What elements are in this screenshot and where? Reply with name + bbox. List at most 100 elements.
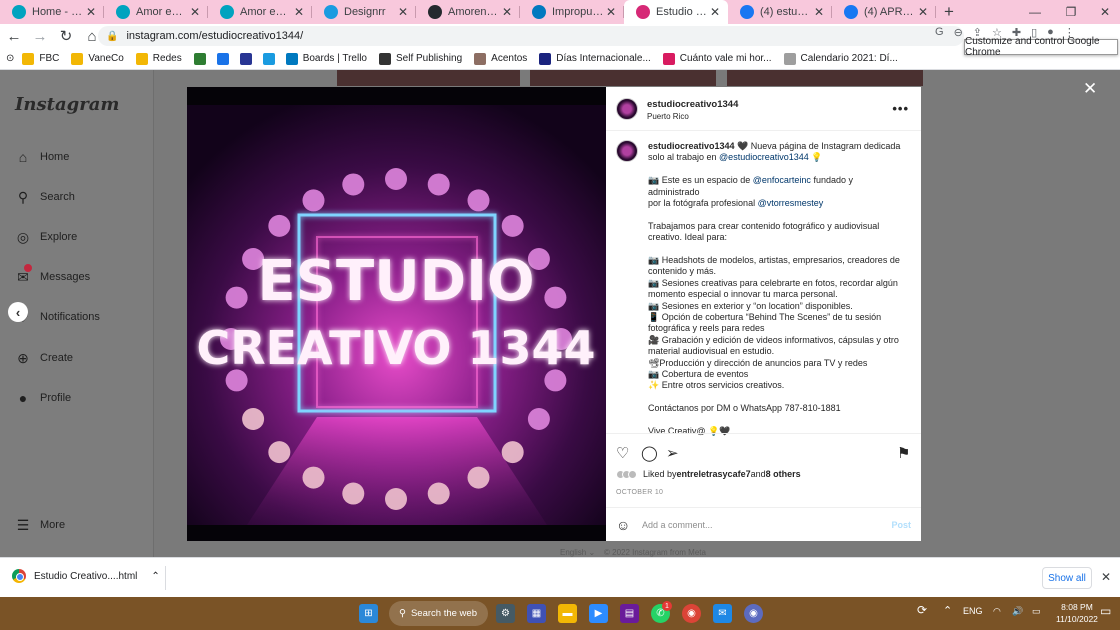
close-tab-icon[interactable]: ✕ (500, 5, 514, 19)
bookmark-item[interactable]: FBC (22, 52, 59, 65)
forward-button[interactable]: → (28, 24, 52, 48)
wifi-icon[interactable]: ◠ (993, 606, 1001, 617)
bookmark-item[interactable]: Calendario 2021: Dí... (783, 52, 898, 65)
caption-author-avatar[interactable] (616, 140, 638, 162)
trello-favicon-icon (532, 5, 546, 19)
new-tab-button[interactable]: + (936, 0, 962, 24)
mail-app-icon[interactable]: ✉ (713, 604, 732, 623)
tray-chevron-icon[interactable]: ⌃ (943, 604, 952, 617)
likes-user[interactable]: entreletrasycafe7 (677, 469, 751, 479)
show-all-button[interactable]: Show all (1042, 567, 1092, 589)
chrome-profile-icon[interactable]: ◉ (744, 604, 763, 623)
zoom-icon[interactable]: ⊖ (954, 26, 963, 39)
author-avatar[interactable] (616, 98, 638, 120)
bookmark-item[interactable] (193, 52, 211, 65)
system-clock[interactable]: 8:08 PM 11/10/2022 (1056, 601, 1098, 625)
caption-line: 📷 Sesiones en exterior y “on location” d… (648, 301, 906, 312)
zoom-app-icon[interactable]: ▶ (589, 604, 608, 623)
windows-start-icon[interactable]: ⊞ (359, 604, 378, 623)
more-button[interactable]: ☰ More (14, 516, 65, 534)
browser-tab[interactable]: Amor en Otoño✕ (208, 0, 312, 24)
language-selector[interactable]: English ⌄ (560, 548, 595, 557)
back-button[interactable]: ← (2, 24, 26, 48)
google-icon[interactable]: G (935, 26, 944, 39)
like-heart-icon[interactable]: ♡ (616, 444, 629, 462)
video-editor-icon[interactable]: ▤ (620, 604, 639, 623)
taskbar-search[interactable]: ⚲ Search the web (389, 601, 488, 626)
more-options-icon[interactable]: ••• (892, 101, 909, 116)
browser-tab[interactable]: Impropulso | Tr✕ (520, 0, 624, 24)
close-modal-icon[interactable]: ✕ (1083, 79, 1097, 99)
close-tab-icon[interactable]: ✕ (604, 5, 618, 19)
close-tab-icon[interactable]: ✕ (188, 5, 202, 19)
browser-tab[interactable]: (4) APRAM ~ M✕ (832, 0, 936, 24)
battery-icon[interactable]: ▭ (1032, 606, 1041, 617)
chevron-up-icon[interactable]: ⌃ (151, 571, 159, 582)
keyboard-language[interactable]: ENG (963, 606, 983, 616)
previous-post-button[interactable]: ‹ (8, 302, 28, 322)
chrome-taskbar-icon[interactable]: ◉ (682, 604, 701, 623)
download-item[interactable]: Estudio Creativo....html ⌃ (12, 569, 160, 583)
nav-item-profile[interactable]: ● Profile (14, 389, 71, 407)
browser-tab[interactable]: Amor en Otoño✕ (104, 0, 208, 24)
bookmark-item[interactable]: Self Publishing (379, 52, 462, 65)
bookmark-item[interactable] (216, 52, 234, 65)
nav-item-explore[interactable]: ◎ Explore (14, 228, 77, 246)
share-paper-plane-icon[interactable]: ➢ (666, 444, 679, 462)
comment-input[interactable]: Add a comment... (642, 520, 713, 530)
post-comment-button[interactable]: Post (891, 520, 911, 530)
address-bar[interactable]: 🔒 instagram.com/estudiocreativo1344/ (98, 26, 964, 46)
bookmark-item[interactable]: Boards | Trello (285, 52, 367, 65)
volume-icon[interactable]: 🔊 (1012, 606, 1023, 617)
close-tab-icon[interactable]: ✕ (708, 5, 722, 19)
close-window-button[interactable]: ✕ (1088, 0, 1120, 24)
close-tab-icon[interactable]: ✕ (84, 5, 98, 19)
settings-gear-icon[interactable]: ⚙ (496, 604, 515, 623)
browser-tab[interactable]: (4) estudio crea✕ (728, 0, 832, 24)
browser-tab[interactable]: AmorenOtoo-P✕ (416, 0, 520, 24)
likes-others[interactable]: 8 others (766, 469, 801, 479)
nav-item-messages[interactable]: ✉ Messages (14, 264, 90, 286)
emoji-picker-icon[interactable]: ☺ (616, 517, 630, 533)
post-location[interactable]: Puerto Rico (647, 112, 689, 121)
close-tab-icon[interactable]: ✕ (812, 5, 826, 19)
post-image[interactable]: ESTUDIO CREATIVO 1344 (187, 87, 606, 541)
bookmark-item[interactable]: Redes (135, 52, 182, 65)
weather-icon[interactable]: ⟳ (917, 603, 927, 617)
browser-tab[interactable]: Home - Canva✕ (0, 0, 104, 24)
mention-link[interactable]: @enfocarteinc (753, 175, 811, 185)
save-bookmark-icon[interactable]: ⚑ (897, 444, 910, 462)
minimize-button[interactable]: — (1018, 0, 1052, 24)
reload-button[interactable]: ↻ (54, 24, 78, 48)
bookmark-item[interactable] (262, 52, 280, 65)
nav-item-home[interactable]: ⌂ Home (14, 148, 70, 166)
instagram-logo[interactable]: Instagram (15, 94, 119, 115)
bookmark-item[interactable] (239, 52, 257, 65)
file-explorer-icon[interactable]: ▬ (558, 604, 577, 623)
mention-link[interactable]: @estudiocreativo1344 (719, 152, 809, 162)
bookmark-item[interactable]: VaneCo (71, 52, 124, 65)
mention-link[interactable]: @vtorresmestey (758, 198, 824, 208)
close-downloads-icon[interactable]: ✕ (1101, 570, 1111, 584)
url-text: instagram.com/estudiocreativo1344/ (126, 30, 304, 42)
bookmark-item[interactable]: Acentos (474, 52, 528, 65)
close-tab-icon[interactable]: ✕ (292, 5, 306, 19)
calculator-icon[interactable]: ▦ (527, 604, 546, 623)
restore-button[interactable]: ❐ (1054, 0, 1088, 24)
browser-tab[interactable]: Estudio Creativ✕ (624, 0, 728, 24)
apps-icon[interactable]: ⊙ (6, 53, 14, 64)
caption-line: fotográfica y reels para redes (648, 323, 906, 334)
bookmark-label: Acentos (491, 53, 528, 64)
notifications-icon[interactable]: ▭ (1100, 604, 1111, 618)
browser-tab[interactable]: Designrr ✕ (312, 0, 416, 24)
likes-summary[interactable]: Liked by entreletrasycafe7 and 8 others (616, 469, 801, 479)
comment-bubble-icon[interactable]: ◯ (641, 444, 658, 462)
close-tab-icon[interactable]: ✕ (396, 5, 410, 19)
nav-item-create[interactable]: ⊕ Create (14, 349, 73, 367)
caption-username[interactable]: estudiocreativo1344 (648, 141, 735, 151)
bookmark-item[interactable]: Días Internacionale... (539, 52, 651, 65)
nav-item-search[interactable]: ⚲ Search (14, 188, 75, 206)
close-tab-icon[interactable]: ✕ (916, 5, 930, 19)
bookmark-item[interactable]: Cuánto vale mi hor... (662, 52, 772, 65)
author-username[interactable]: estudiocreativo1344 (647, 99, 738, 110)
